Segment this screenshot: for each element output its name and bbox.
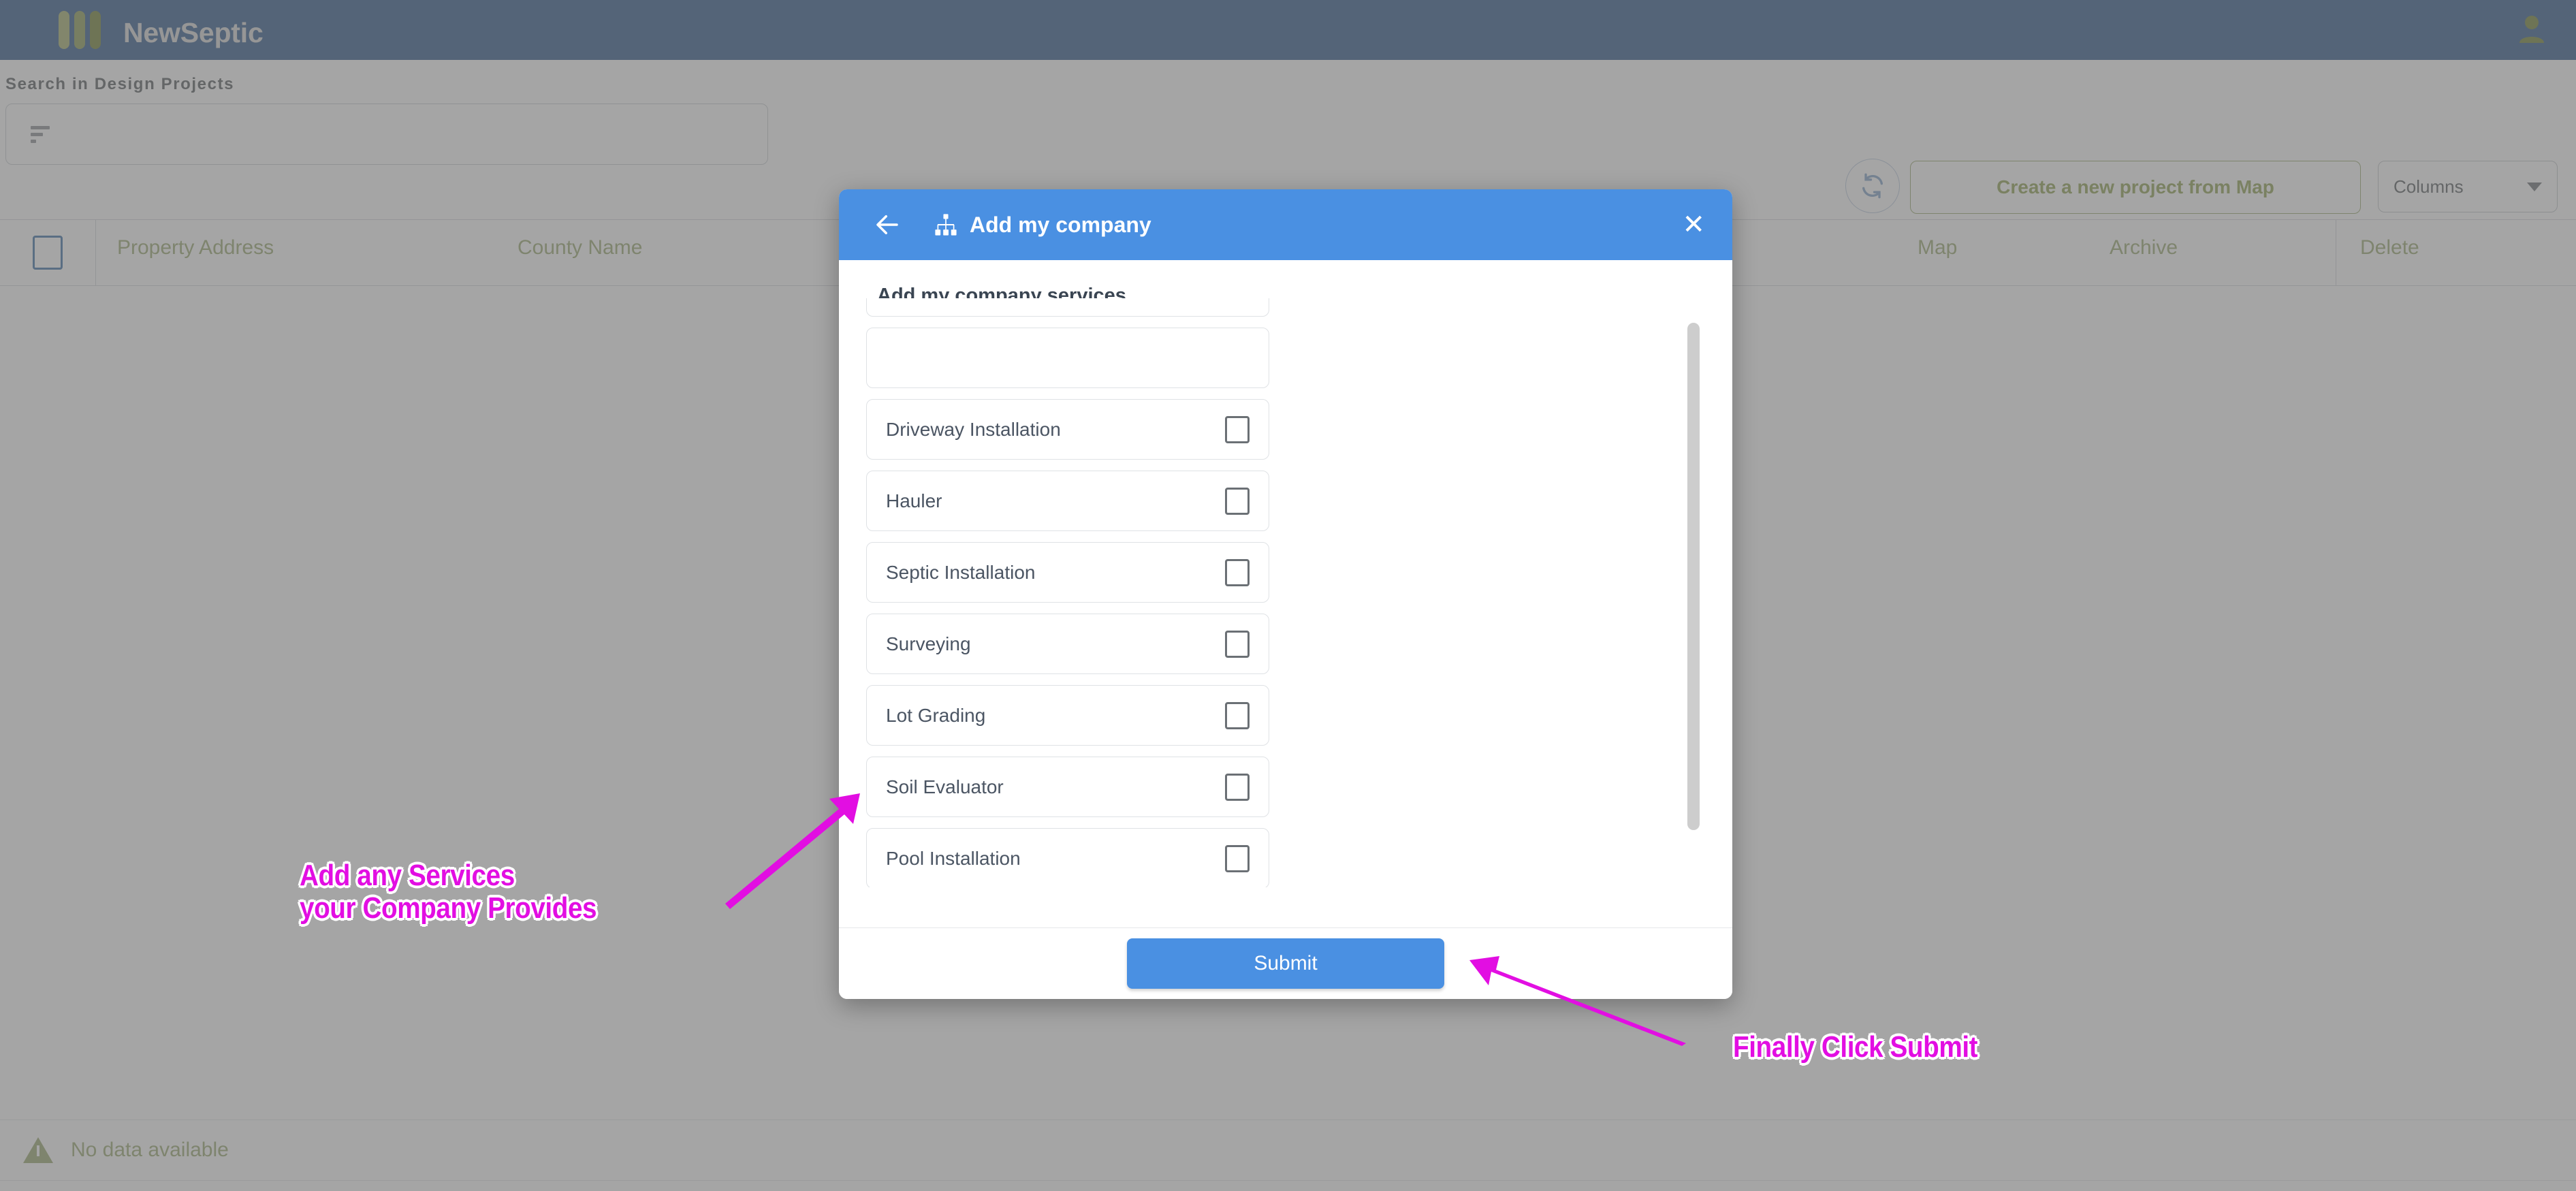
service-item-label: Lot Grading xyxy=(886,704,986,726)
org-chart-icon xyxy=(934,213,957,236)
service-item[interactable]: Driveway Installation xyxy=(866,399,1269,460)
service-item[interactable]: Surveying xyxy=(866,614,1269,674)
service-checkbox[interactable] xyxy=(1225,415,1250,443)
modal-header: Add my company ✕ xyxy=(839,189,1732,260)
modal-footer: Submit xyxy=(839,927,1732,999)
service-checkbox[interactable] xyxy=(1225,487,1250,515)
modal-scrollbar-thumb[interactable] xyxy=(1687,323,1700,830)
service-item-label: Surveying xyxy=(886,633,971,654)
service-item-label: Hauler xyxy=(886,490,942,511)
services-scroll-area[interactable]: Driveway Installation Hauler Septic Instal… xyxy=(839,298,1732,887)
service-item[interactable] xyxy=(866,298,1269,317)
service-checkbox[interactable] xyxy=(1225,558,1250,586)
service-item[interactable]: Lot Grading xyxy=(866,685,1269,746)
service-item-label: Soil Evaluator xyxy=(886,776,1004,797)
service-checkbox[interactable] xyxy=(1225,630,1250,658)
services-grid: Driveway Installation Hauler Septic Instal… xyxy=(866,298,1680,887)
service-item-label: Pool Installation xyxy=(886,847,1021,869)
modal-title: Add my company xyxy=(970,212,1151,237)
service-item[interactable]: Septic Installation xyxy=(866,542,1269,603)
add-company-modal: Add my company ✕ Add my company services… xyxy=(839,189,1732,999)
service-checkbox[interactable] xyxy=(1225,844,1250,872)
service-checkbox[interactable] xyxy=(1225,773,1250,801)
arrow-left-icon[interactable] xyxy=(873,210,902,239)
close-icon[interactable]: ✕ xyxy=(1682,211,1705,238)
service-item[interactable]: Soil Evaluator xyxy=(866,757,1269,817)
service-item-label: Driveway Installation xyxy=(886,418,1061,440)
service-item[interactable] xyxy=(866,328,1269,388)
service-checkbox[interactable] xyxy=(1225,701,1250,729)
service-item[interactable]: Hauler xyxy=(866,471,1269,531)
service-item-label: Septic Installation xyxy=(886,561,1036,583)
service-item[interactable]: Pool Installation xyxy=(866,828,1269,887)
modal-scrollbar[interactable] xyxy=(1685,298,1702,887)
submit-button[interactable]: Submit xyxy=(1127,938,1444,989)
